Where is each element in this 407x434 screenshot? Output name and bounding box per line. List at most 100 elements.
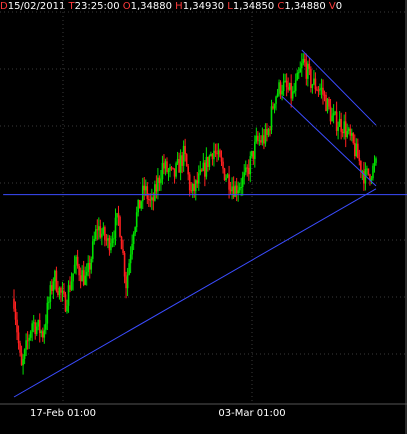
candle-body (258, 140, 261, 142)
candle-body (185, 154, 188, 167)
candle-body (254, 141, 256, 160)
candle-body (82, 270, 85, 285)
candle-body (275, 96, 277, 104)
candle-body (355, 143, 358, 157)
candle-body (194, 180, 197, 192)
candle-body (287, 87, 289, 90)
candle-body (87, 262, 90, 273)
candle-body (140, 201, 143, 209)
grid (0, 0, 407, 434)
candle-body (96, 229, 99, 231)
candle-body (152, 197, 155, 201)
candle-body (257, 135, 259, 141)
candle-body (110, 243, 112, 251)
candle-body (217, 150, 220, 155)
candle-body (367, 168, 370, 175)
channel-lower (281, 95, 377, 187)
candle-body (199, 169, 202, 174)
candle-body (225, 177, 227, 181)
candle-body (57, 290, 59, 296)
candle-body (316, 89, 318, 91)
candle-body (204, 162, 206, 177)
candle-body (22, 358, 24, 366)
candle-body (16, 319, 18, 333)
candle-body (79, 275, 82, 282)
trend-lines[interactable] (3, 49, 407, 398)
candle-body (167, 170, 170, 172)
candle-body (216, 153, 218, 155)
candle-body (320, 87, 323, 90)
candle-body (311, 84, 314, 88)
candle-body (23, 349, 26, 359)
candle-body (131, 243, 133, 255)
candle-body (358, 158, 361, 161)
candle-body (123, 253, 126, 277)
candle-body (78, 265, 80, 276)
candle-body (126, 274, 129, 289)
candle-body (138, 199, 141, 209)
candle-body (182, 145, 185, 166)
candle-body (325, 94, 327, 112)
candle-body (63, 290, 65, 295)
candle-body (114, 217, 117, 239)
candle-body (161, 162, 164, 180)
candle-body (285, 80, 288, 88)
candle-body (155, 184, 158, 192)
candle-body (334, 111, 336, 114)
candle-body (88, 262, 91, 270)
candle-body (337, 126, 339, 131)
candle-body (179, 155, 182, 173)
candle-body (276, 93, 279, 97)
candle-body (48, 301, 50, 303)
candle-body (279, 82, 282, 95)
candle-body (241, 176, 244, 188)
candle-body (290, 82, 292, 99)
candle-body (238, 187, 241, 191)
candle-body (111, 238, 114, 244)
x-tick-label: 03-Mar 01:00 (218, 408, 285, 419)
candle-body (157, 177, 159, 192)
candle-body (128, 263, 130, 275)
candle-body (202, 162, 205, 171)
x-axis: 17-Feb 01:00 03-Mar 01:00 (30, 408, 286, 419)
candle-body (341, 131, 344, 134)
candle-body (305, 62, 308, 79)
candle-body (244, 167, 247, 173)
candle-body (223, 168, 226, 181)
candle-body (113, 238, 115, 240)
candle-body (322, 87, 324, 95)
candle-body (328, 99, 330, 107)
candle-body (107, 238, 109, 241)
candle-body (14, 308, 17, 320)
candle-body (43, 329, 46, 338)
candle-body (190, 190, 193, 192)
candle-body (304, 58, 306, 63)
x-tick-label: 17-Feb 01:00 (30, 408, 96, 419)
candle-body (343, 121, 345, 134)
candle-body (213, 150, 215, 160)
candles (13, 53, 377, 375)
candle-body (191, 183, 194, 192)
candle-body (38, 320, 41, 334)
price-chart[interactable]: 17-Feb 01:00 03-Mar 01:00 (0, 0, 407, 434)
candle-body (366, 168, 368, 170)
candle-body (263, 135, 265, 144)
candle-body (313, 78, 315, 85)
candle-body (294, 80, 297, 91)
candle-body (231, 186, 233, 192)
candle-body (104, 227, 106, 240)
candle-body (85, 272, 88, 276)
candle-body (246, 167, 249, 169)
candle-body (141, 185, 144, 202)
candle-body (205, 156, 208, 177)
candle-body (132, 233, 135, 244)
candle-body (338, 118, 341, 127)
candle-body (72, 273, 74, 282)
candle-body (40, 331, 43, 334)
candle-body (293, 90, 296, 92)
candle-body (296, 72, 299, 81)
candle-body (60, 287, 62, 293)
candle-body (137, 199, 140, 213)
candle-body (346, 130, 349, 138)
candle-body (146, 186, 149, 199)
